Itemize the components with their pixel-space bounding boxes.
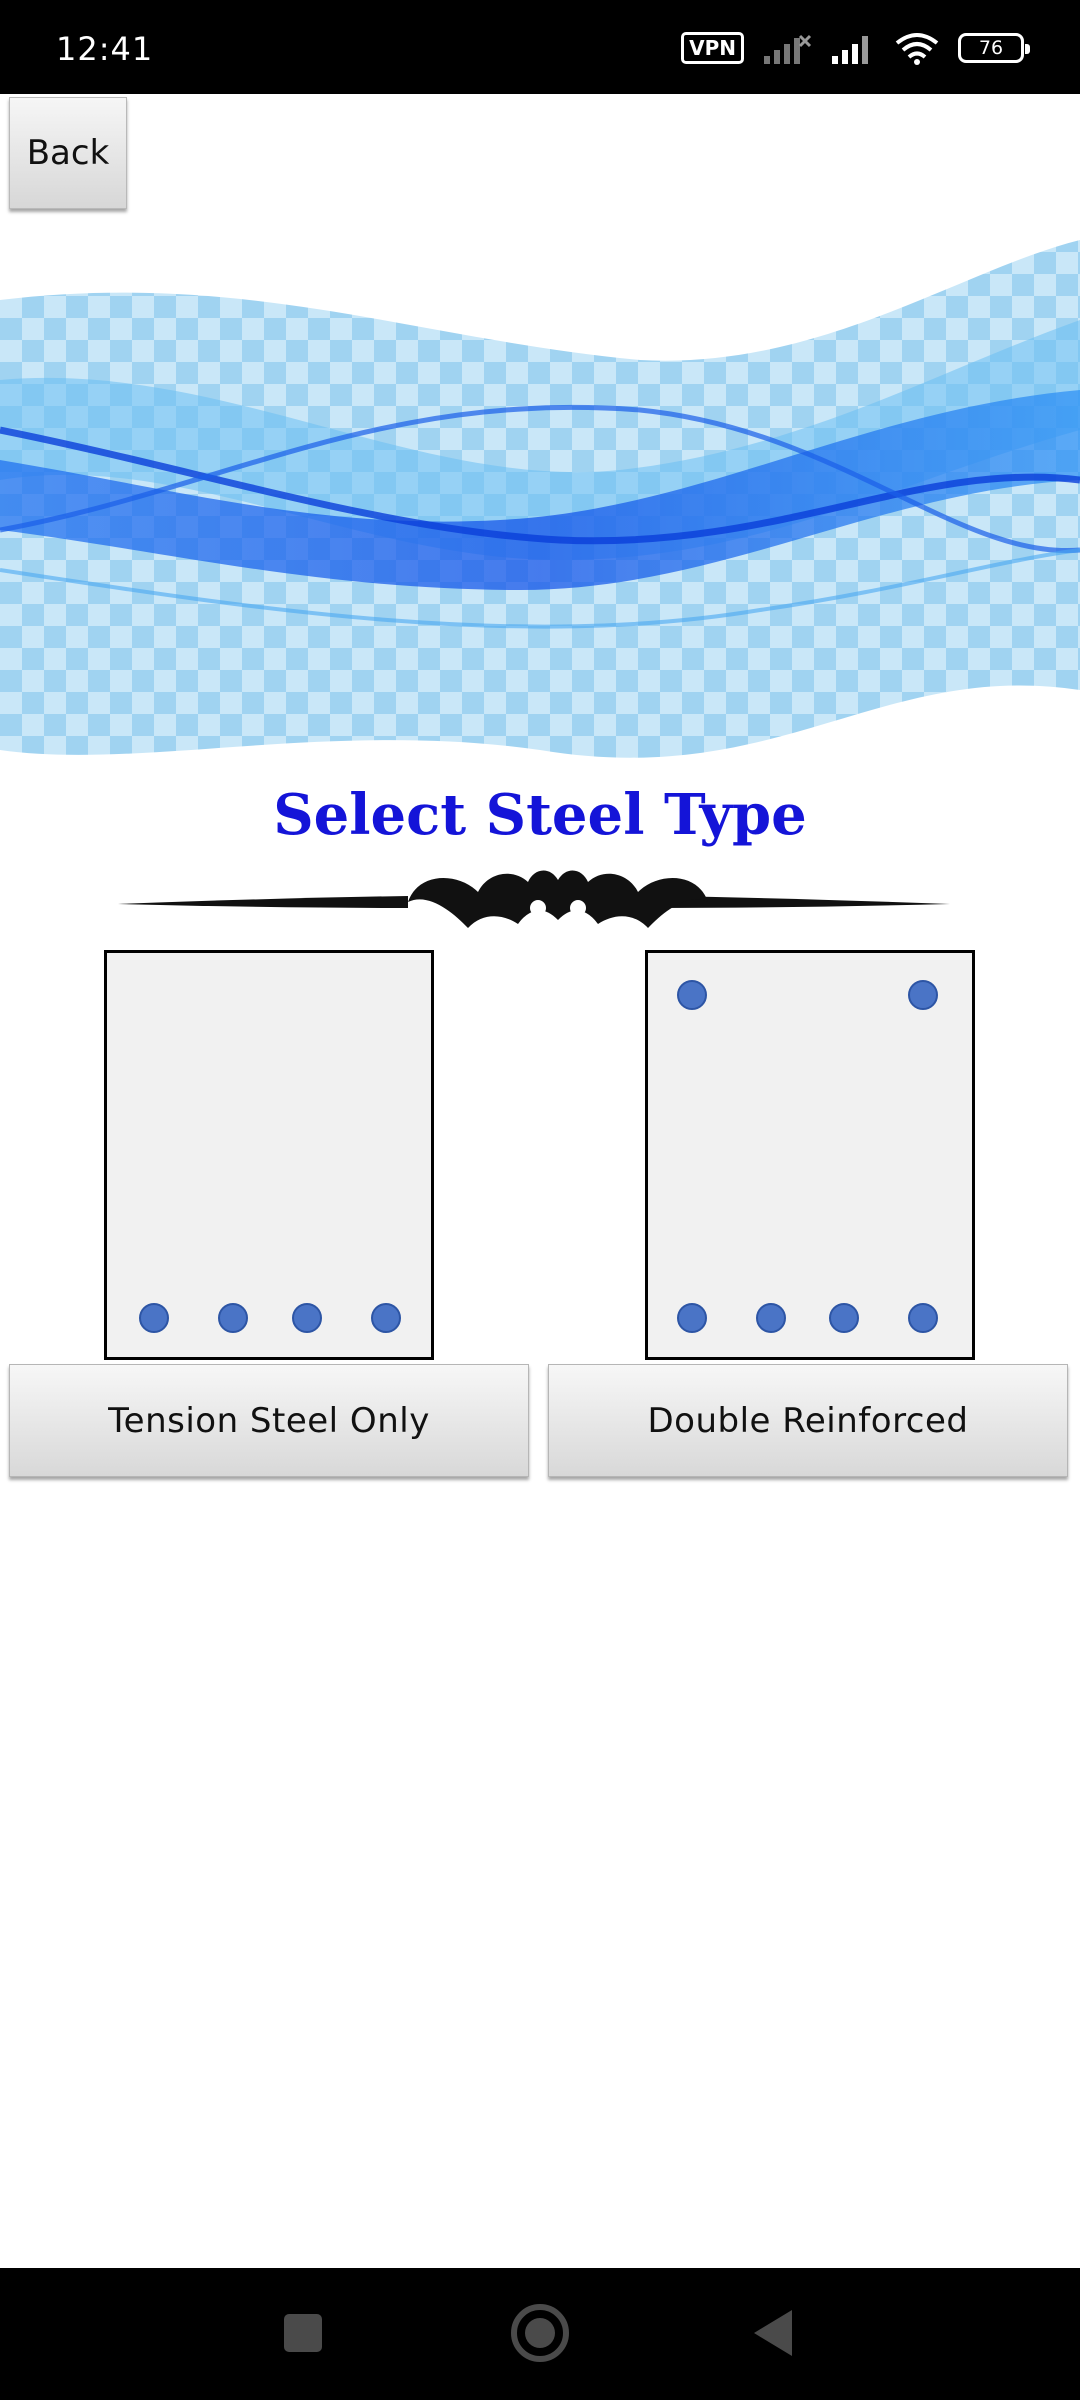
battery-level: 76 [978,37,1004,59]
top-rebar [908,980,938,1010]
status-icons: VPN 76 [681,26,1030,70]
status-bar: 12:41 VPN 76 [0,0,1080,94]
signal-icon [832,36,868,64]
bottom-rebar [292,1303,322,1333]
wifi-icon [895,33,939,65]
bottom-rebar [756,1303,786,1333]
ornament-divider [118,870,950,928]
status-time: 12:41 [56,30,154,68]
back-triangle-icon[interactable] [754,2310,792,2356]
recent-apps-icon[interactable] [284,2314,322,2352]
top-rebar [677,980,707,1010]
battery-icon: 76 [958,33,1030,63]
signal-off-icon [764,34,812,64]
tension-steel-section-diagram[interactable] [104,950,434,1360]
vpn-icon: VPN [681,32,744,64]
bottom-rebar [218,1303,248,1333]
page-title: Select Steel Type [273,782,807,848]
home-icon[interactable] [511,2304,569,2362]
bottom-rebar [829,1303,859,1333]
bottom-rebar [677,1303,707,1333]
back-button[interactable]: Back [9,97,127,209]
bottom-rebar [139,1303,169,1333]
navigation-bar [0,2268,1080,2400]
bottom-rebar [371,1303,401,1333]
tension-steel-only-button[interactable]: Tension Steel Only [9,1364,529,1477]
double-reinforced-button[interactable]: Double Reinforced [548,1364,1068,1477]
wave-banner-image [0,240,1080,758]
bottom-rebar [908,1303,938,1333]
double-reinforced-section-diagram[interactable] [645,950,975,1360]
